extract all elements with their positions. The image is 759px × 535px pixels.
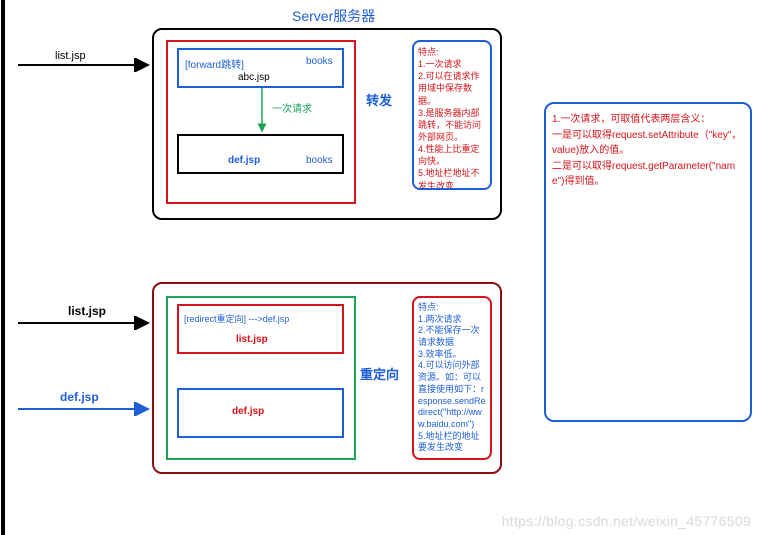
redirect-feature-1: 1.两次请求: [418, 314, 486, 326]
note-line-2: 一是可以取得request.setAttribute（"key"，value)放…: [552, 128, 744, 159]
watermark: https://blog.csdn.net/weixin_45776509: [502, 513, 751, 529]
forward-features-title: 特点:: [418, 46, 486, 58]
redirect-incoming-bottom-arrow: [18, 402, 158, 416]
forward-def-label: def.jsp: [228, 155, 260, 166]
redirect-badge: 重定向: [360, 364, 399, 383]
redirect-feature-3: 3.效率低。: [418, 349, 486, 361]
forward-forward-label: [forward跳转]: [185, 56, 244, 71]
forward-badge: 转发: [366, 90, 392, 109]
forward-feature-5: 5.地址栏地址不发生改变: [418, 167, 486, 190]
redirect-feature-4: 4.可以访问外部资源。如：可以直接使用如下：response.sendRedir…: [418, 360, 486, 430]
redirect-list-label: list.jsp: [236, 334, 268, 345]
forward-def-box: [177, 134, 344, 174]
forward-books-top: books: [306, 56, 333, 67]
forward-incoming-arrow: [18, 58, 158, 72]
left-rule: [1, 0, 5, 535]
redirect-features-box: 特点: 1.两次请求 2.不能保存一次请求数据 3.效率低。 4.可以访问外部资…: [412, 296, 492, 460]
note-line-1: 1.一次请求，可取值代表两层含义：: [552, 112, 744, 128]
note-box: 1.一次请求，可取值代表两层含义： 一是可以取得request.setAttri…: [544, 102, 752, 422]
forward-feature-3: 3.是服务器内部跳转，不能访问外部网页。: [418, 107, 486, 143]
forward-feature-4: 4.性能上比重定向快。: [418, 143, 486, 167]
redirect-features-title: 特点:: [418, 302, 486, 314]
redirect-incoming-top-arrow: [18, 316, 158, 330]
note-line-3: 二是可以取得request.getParameter("name")得到值。: [552, 159, 744, 190]
server-title: Server服务器: [292, 6, 375, 26]
forward-once-arrow: [254, 88, 270, 134]
forward-feature-2: 2.可以在请求作用域中保存数据。: [418, 70, 486, 106]
forward-feature-1: 1.一次请求: [418, 58, 486, 70]
forward-books-bottom: books: [306, 155, 333, 166]
forward-abc-label: abc.jsp: [238, 72, 270, 83]
redirect-redirect-label: [redirect重定向] --->def.jsp: [184, 312, 289, 325]
forward-features-box: 特点: 1.一次请求 2.可以在请求作用域中保存数据。 3.是服务器内部跳转，不…: [412, 40, 492, 190]
forward-once-label: 一次请求: [272, 100, 312, 115]
redirect-feature-5: 5.地址栏的地址要发生改变: [418, 431, 486, 454]
redirect-def-label: def.jsp: [232, 406, 264, 417]
redirect-feature-2: 2.不能保存一次请求数据: [418, 325, 486, 348]
